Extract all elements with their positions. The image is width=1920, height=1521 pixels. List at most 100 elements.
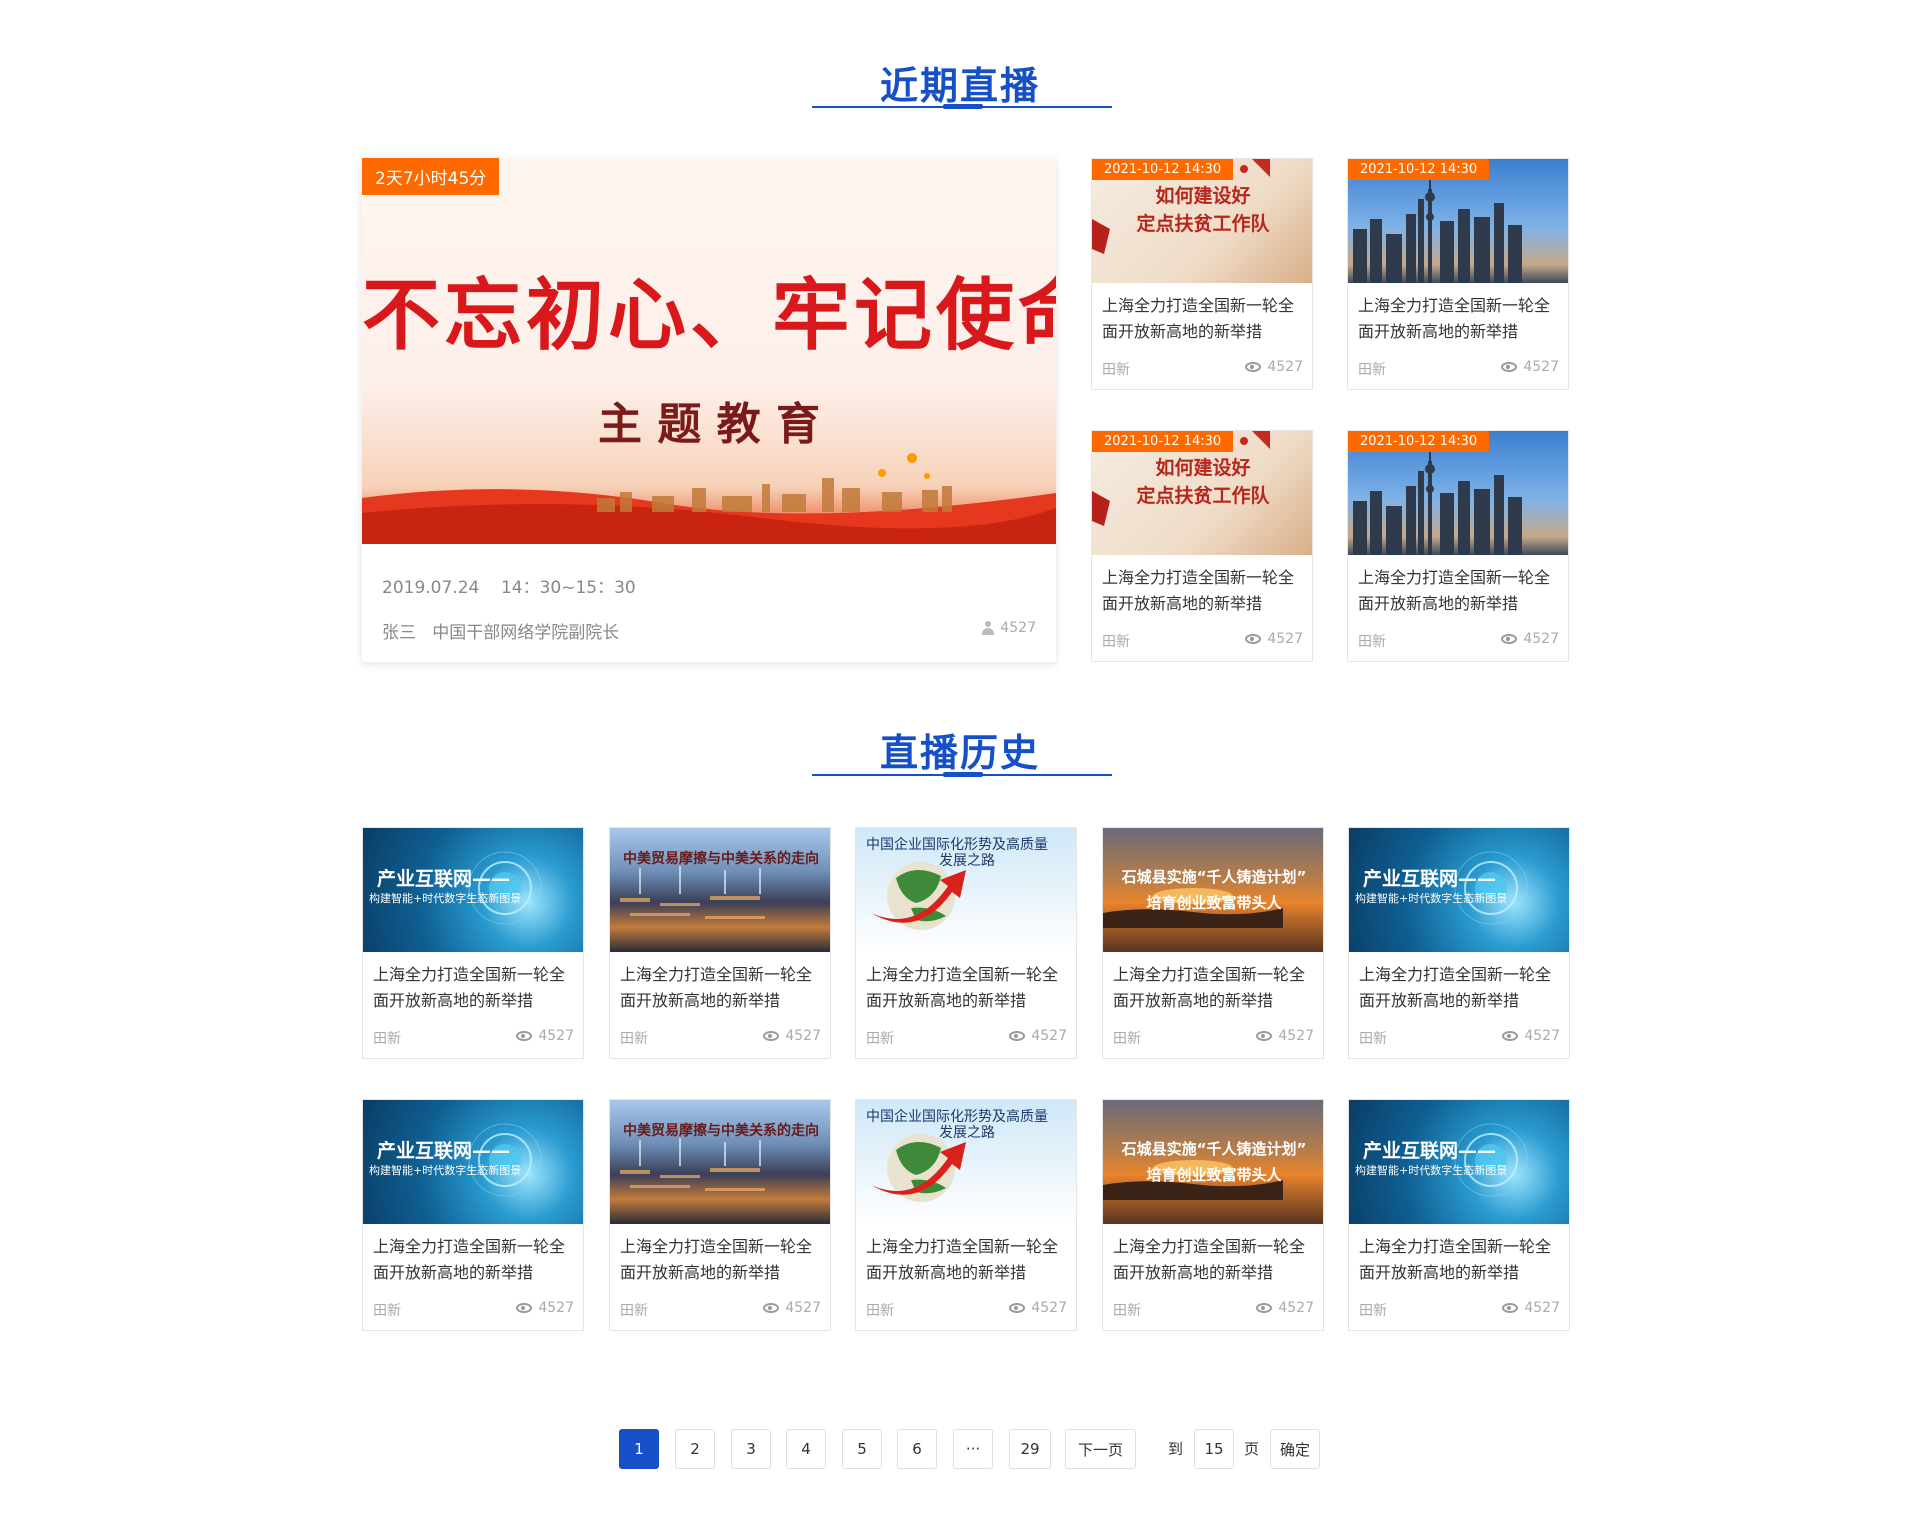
confirm-button[interactable]: 确定 (1270, 1429, 1320, 1469)
title-underline-accent (943, 104, 983, 109)
card-author: 田新 (620, 1303, 648, 1319)
history-card[interactable]: 石城县实施“千人铸造计划” 培育创业致富带头人 上海全力打造全国新一轮全面开放新… (1102, 827, 1324, 1059)
eye-icon (1245, 362, 1262, 372)
card-thumbnail: 2021-10-12 14:30 (1348, 431, 1568, 555)
card-views-value: 4527 (1031, 1028, 1067, 1044)
thumbnail-subcaption: 构建智能+时代数字生态新图景 (369, 892, 522, 905)
card-thumbnail: 产业互联网—— 构建智能+时代数字生态新图景 (363, 828, 583, 952)
thumbnail-subcaption: 构建智能+时代数字生态新图景 (1355, 1164, 1508, 1177)
live-card[interactable]: 如何建设好 定点扶贫工作队 2021-10-12 14:30 上海全力打造全国新… (1091, 158, 1313, 390)
eye-icon (1009, 1303, 1026, 1313)
card-views-value: 4527 (538, 1300, 574, 1316)
card-views-value: 4527 (538, 1028, 574, 1044)
featured-banner: 不忘初心、牢记使命 主 题 教 育 2天7小时45分 (362, 158, 1056, 544)
card-views: 4527 (763, 1028, 821, 1044)
page-button[interactable]: 3 (731, 1429, 771, 1469)
card-thumbnail: 中美贸易摩擦与中美关系的走向 (610, 828, 830, 952)
thumbnail-subcaption: 定点扶贫工作队 (1136, 213, 1270, 235)
history-card[interactable]: 中国企业国际化形势及高质量 发展之路 上海全力打造全国新一轮全面开放新高地的新举… (855, 827, 1077, 1059)
live-card[interactable]: 2021-10-12 14:30 上海全力打造全国新一轮全面开放新高地的新举措 … (1347, 430, 1569, 662)
featured-live-card[interactable]: 不忘初心、牢记使命 主 题 教 育 2天7小时45分 2019.07.24 14… (362, 158, 1056, 662)
card-thumbnail: 石城县实施“千人铸造计划” 培育创业致富带头人 (1103, 828, 1323, 952)
card-author: 田新 (1358, 634, 1386, 650)
thumbnail-subcaption: 培育创业致富带头人 (1146, 894, 1282, 912)
live-card[interactable]: 2021-10-12 14:30 上海全力打造全国新一轮全面开放新高地的新举措 … (1347, 158, 1569, 390)
card-author: 田新 (1359, 1303, 1387, 1319)
title-underline-accent (943, 772, 983, 777)
history-card[interactable]: 中美贸易摩擦与中美关系的走向 上海全力打造全国新一轮全面开放新高地的新举措 田新… (609, 827, 831, 1059)
date-badge: 2021-10-12 14:30 (1092, 431, 1234, 452)
card-thumbnail: 如何建设好 定点扶贫工作队 2021-10-12 14:30 (1092, 431, 1312, 555)
card-thumbnail: 产业互联网—— 构建智能+时代数字生态新图景 (1349, 828, 1569, 952)
eye-icon (1245, 634, 1262, 644)
live-section-title: 近期直播 (879, 64, 1040, 108)
card-views-value: 4527 (1523, 359, 1559, 375)
port-image (620, 1138, 765, 1191)
history-card[interactable]: 产业互联网—— 构建智能+时代数字生态新图景 上海全力打造全国新一轮全面开放新高… (362, 827, 584, 1059)
card-author: 田新 (1359, 1031, 1387, 1047)
thumbnail-subcaption: 构建智能+时代数字生态新图景 (369, 1164, 522, 1177)
history-card[interactable]: 中国企业国际化形势及高质量 发展之路 上海全力打造全国新一轮全面开放新高地的新举… (855, 1099, 1077, 1331)
date-badge: 2021-10-12 14:30 (1092, 159, 1234, 180)
thumbnail-caption: 产业互联网—— (377, 868, 511, 890)
eye-icon (516, 1031, 533, 1041)
page-button[interactable]: 5 (842, 1429, 882, 1469)
eye-icon (1256, 1303, 1273, 1313)
card-author: 田新 (1113, 1303, 1141, 1319)
live-card[interactable]: 如何建设好 定点扶贫工作队 2021-10-12 14:30 上海全力打造全国新… (1091, 430, 1313, 662)
thumbnail-caption: 石城县实施“千人铸造计划” (1121, 868, 1307, 886)
card-author: 田新 (1358, 362, 1386, 378)
date-badge: 2021-10-12 14:30 (1348, 431, 1490, 452)
page-button[interactable]: ··· (953, 1429, 993, 1469)
history-card[interactable]: 产业互联网—— 构建智能+时代数字生态新图景 上海全力打造全国新一轮全面开放新高… (362, 1099, 584, 1331)
card-title: 上海全力打造全国新一轮全面开放新高地的新举措 (1113, 1237, 1306, 1282)
thumbnail-subcaption: 发展之路 (939, 853, 995, 869)
card-views: 4527 (516, 1028, 574, 1044)
eye-icon (1009, 1031, 1026, 1041)
countdown-badge: 2天7小时45分 (362, 158, 500, 195)
card-title: 上海全力打造全国新一轮全面开放新高地的新举措 (866, 965, 1059, 1010)
next-page-button[interactable]: 下一页 (1065, 1429, 1136, 1469)
live-section-header: 近期直播 (0, 55, 1920, 115)
pagination: 1 2 3 4 5 6 ··· 29 下一页 到 15 页确定 (0, 1429, 1920, 1469)
card-views-value: 4527 (1278, 1028, 1314, 1044)
eye-icon (1256, 1031, 1273, 1041)
page-button[interactable]: 6 (897, 1429, 937, 1469)
card-author: 田新 (866, 1303, 894, 1319)
card-title: 上海全力打造全国新一轮全面开放新高地的新举措 (373, 1237, 566, 1282)
goto-label: 到 (1168, 1440, 1184, 1458)
eye-icon (1502, 1303, 1519, 1313)
card-views: 4527 (516, 1300, 574, 1316)
card-views: 4527 (1245, 631, 1303, 647)
page-button[interactable]: 29 (1009, 1429, 1051, 1469)
eye-icon (1502, 1031, 1519, 1041)
history-card[interactable]: 产业互联网—— 构建智能+时代数字生态新图景 上海全力打造全国新一轮全面开放新高… (1348, 827, 1570, 1059)
page-button[interactable]: 1 (619, 1429, 659, 1469)
banner-sub-text: 主 题 教 育 (598, 399, 820, 450)
history-card[interactable]: 产业互联网—— 构建智能+时代数字生态新图景 上海全力打造全国新一轮全面开放新高… (1348, 1099, 1570, 1331)
goto-page-input[interactable]: 15 (1194, 1429, 1234, 1469)
card-author: 田新 (1102, 362, 1130, 378)
card-views-value: 4527 (1267, 631, 1303, 647)
card-author: 田新 (1102, 634, 1130, 650)
banner-main-text: 不忘初心、牢记使命 (362, 270, 1056, 361)
card-views: 4527 (1245, 359, 1303, 375)
card-views-value: 4527 (1278, 1300, 1314, 1316)
thumbnail-caption: 如何建设好 (1155, 185, 1251, 207)
page-button[interactable]: 2 (675, 1429, 715, 1469)
card-views: 4527 (1501, 359, 1559, 375)
card-views: 4527 (1502, 1300, 1560, 1316)
card-title: 上海全力打造全国新一轮全面开放新高地的新举措 (620, 1237, 813, 1282)
card-views-value: 4527 (785, 1028, 821, 1044)
card-title: 上海全力打造全国新一轮全面开放新高地的新举措 (1359, 965, 1552, 1010)
history-card[interactable]: 石城县实施“千人铸造计划” 培育创业致富带头人 上海全力打造全国新一轮全面开放新… (1102, 1099, 1324, 1331)
date-badge: 2021-10-12 14:30 (1348, 159, 1490, 180)
eye-icon (1501, 362, 1518, 372)
thumbnail-caption: 产业互联网—— (377, 1140, 511, 1162)
history-card[interactable]: 中美贸易摩擦与中美关系的走向 上海全力打造全国新一轮全面开放新高地的新举措 田新… (609, 1099, 831, 1331)
eye-icon (763, 1031, 780, 1041)
thumbnail-caption: 产业互联网—— (1363, 1140, 1497, 1162)
page-button[interactable]: 4 (786, 1429, 826, 1469)
card-thumbnail: 产业互联网—— 构建智能+时代数字生态新图景 (363, 1100, 583, 1224)
sunset-image (1103, 1160, 1283, 1200)
